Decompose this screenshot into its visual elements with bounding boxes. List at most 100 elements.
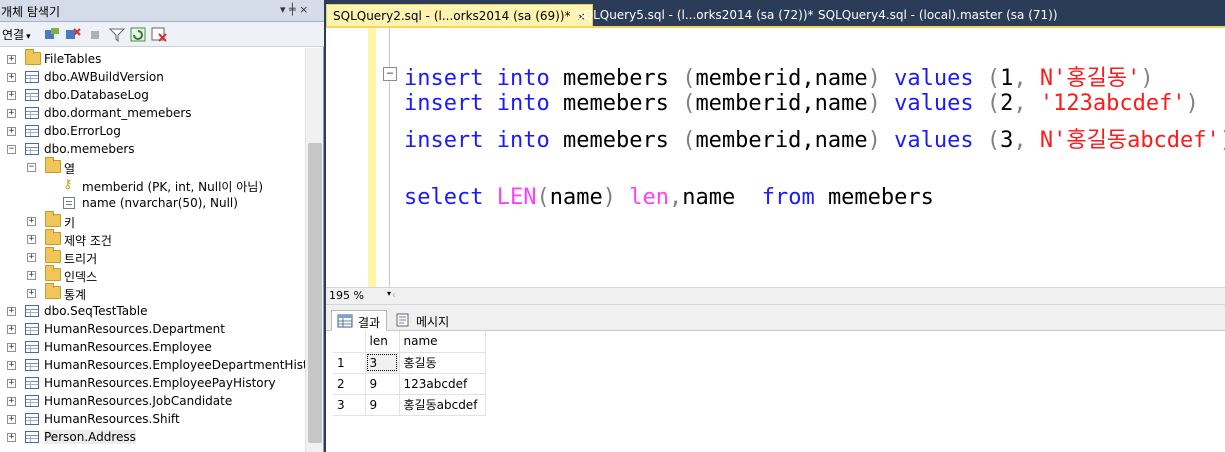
tree-item[interactable]: name (nvarchar(50), Null) [0,194,305,212]
column-header-name[interactable]: name [399,331,486,353]
paren: ( [536,185,550,210]
expand-icon[interactable]: + [27,217,36,226]
tree-item[interactable]: − 열 [0,157,305,176]
tree-item[interactable]: + HumanResources.EmployeePayHistory [0,374,305,392]
cell-name[interactable]: 홍길동 [399,352,486,374]
tree-item[interactable]: + 인덱스 [0,265,305,284]
tree-item[interactable]: + 통계 [0,283,305,302]
tree-item[interactable]: + Person.Address [0,428,305,446]
tree-item[interactable]: + HumanResources.Department [0,320,305,338]
code-line-select[interactable]: select LEN(name) len,name from memebers [404,185,934,210]
row-header[interactable]: 2 [333,373,366,395]
tree-item[interactable]: + 트리거 [0,247,305,266]
connect-object-explorer-icon[interactable] [44,27,60,42]
tree-item[interactable]: + dbo.SeqTestTable [0,302,305,320]
scroll-left-icon[interactable]: ‹ [392,290,396,301]
stop-icon[interactable] [88,27,104,42]
tree-item-label: dbo.DatabaseLog [44,88,149,102]
tree-item[interactable]: + dbo.ErrorLog [0,122,305,140]
expand-icon[interactable]: + [7,55,16,64]
filter-icon[interactable] [109,27,125,42]
expand-icon[interactable]: + [7,325,16,334]
expand-icon[interactable]: + [27,271,36,280]
corner-cell[interactable] [333,331,366,353]
cell-name[interactable]: 홍길동abcdef [399,394,486,416]
tab-messages[interactable]: 메시지 [390,310,455,331]
expand-icon[interactable]: + [7,343,16,352]
object-explorer-panel: 개체 탐색기 ▾ ╪ × 연결 ▾ + FileTables + dbo.AWBuild… [0,0,324,452]
tree-item-label: 열 [64,162,76,176]
tab-sqlquery2[interactable]: SQLQuery2.sql - (l...orks2014 (sa (69))*… [326,4,593,26]
expand-icon[interactable]: + [27,235,36,244]
zoom-dropdown[interactable]: 195 % ▾ [329,289,391,304]
tree-item[interactable]: + HumanResources.EmployeeDepartmentHistor… [0,356,305,374]
column-header-len[interactable]: len [365,331,400,353]
cell-len[interactable]: 9 [365,394,400,416]
expand-icon[interactable]: + [7,127,16,136]
query-editor[interactable]: − insert into memebers (memberid,name) v… [326,26,1225,289]
collapse-region-icon[interactable]: − [383,67,397,81]
panel-pin-close-controls[interactable]: ▾ ╪ × [280,3,308,16]
tree-item[interactable]: − dbo.memebers [0,140,305,158]
row-header[interactable]: 1 [333,352,366,374]
code-line-1[interactable]: insert into memebers (memberid,name) val… [404,60,1154,92]
tree-item[interactable]: + dbo.dormant_memebers [0,104,305,122]
number-literal: 3 [1000,128,1014,153]
expand-icon[interactable]: + [7,307,16,316]
keyword: into [496,66,550,91]
tree-item-label: 인덱스 [64,270,98,284]
cell-name[interactable]: 123abcdef [399,373,486,395]
collapse-icon[interactable]: − [7,145,16,154]
tree-item[interactable]: + 키 [0,211,305,230]
expand-icon[interactable]: + [7,91,16,100]
folder-icon [45,265,61,281]
refresh-icon[interactable] [130,27,146,42]
table-icon [25,341,39,353]
keyword: values [894,66,974,91]
tree-item[interactable]: + HumanResources.JobCandidate [0,392,305,410]
activity-monitor-icon[interactable] [151,27,167,42]
expand-icon[interactable]: + [7,361,16,370]
expand-icon[interactable]: + [7,379,16,388]
paren: ) [1140,66,1154,91]
expand-icon[interactable]: + [7,415,16,424]
expand-icon[interactable]: + [7,397,16,406]
row-header[interactable]: 3 [333,394,366,416]
tab-results[interactable]: 결과 [331,310,388,331]
table-icon [25,323,39,335]
comma: , [668,185,683,210]
object-explorer-toolbar: 연결 ▾ [0,22,324,47]
tree-item[interactable]: + dbo.DatabaseLog [0,86,305,104]
expand-icon[interactable]: + [27,253,36,262]
code-line-3[interactable]: insert into memebers (memberid,name) val… [404,122,1225,154]
connect-dropdown-icon[interactable]: ▾ [26,32,31,42]
table-name: memebers [562,91,669,116]
keyword: select [404,185,484,210]
tree-item[interactable]: + dbo.AWBuildVersion [0,68,305,86]
tree-item[interactable]: + 제약 조건 [0,229,305,248]
expand-icon[interactable]: + [7,73,16,82]
chevron-down-icon[interactable]: ▾ [387,289,391,298]
disconnect-icon[interactable] [65,27,81,42]
grid-icon [337,314,353,328]
expand-icon[interactable]: + [7,433,16,442]
tree-item[interactable]: + HumanResources.Employee [0,338,305,356]
scrollbar-thumb[interactable] [308,143,322,443]
code-line-2[interactable]: insert into memebers (memberid,name) val… [404,91,1199,116]
tree-item[interactable]: + FileTables [0,49,305,68]
cell-len[interactable]: 9 [365,373,400,395]
object-explorer-scrollbar[interactable] [305,48,323,452]
key-icon: ⚷ [63,177,73,192]
cell-len[interactable]: 3 [365,352,400,374]
tab-label: SQLQuery4.sql - (local).master (sa (71)) [818,8,1058,22]
tab-sqlquery5[interactable]: SQLQuery5.sql - (l...orks2014 (sa (72))* [570,4,820,26]
tree-item[interactable]: ⚷ memberid (PK, int, Null이 아님) [0,176,305,195]
tree-item[interactable]: + HumanResources.Shift [0,410,305,428]
expand-icon[interactable]: + [27,289,36,298]
connect-button[interactable]: 연결 ▾ [2,26,31,43]
tab-sqlquery4[interactable]: SQLQuery4.sql - (local).master (sa (71)) [812,4,1064,26]
expand-icon[interactable]: + [7,109,16,118]
collapse-icon[interactable]: − [27,163,36,172]
function-name: LEN [496,185,537,210]
column-name: name [682,185,736,210]
